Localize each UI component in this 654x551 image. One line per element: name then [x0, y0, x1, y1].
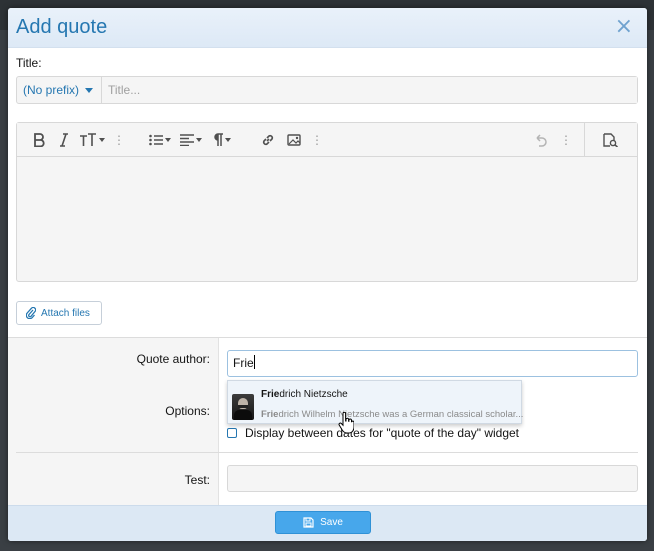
paperclip-icon: [26, 307, 36, 319]
attach-files-label: Attach files: [41, 307, 90, 319]
preview-icon: [603, 131, 618, 149]
attach-files-button[interactable]: Attach files: [16, 301, 102, 325]
suggestion-name: Friedrich Nietzsche: [261, 389, 348, 400]
divider: [16, 452, 638, 453]
test-label: Test:: [184, 473, 210, 487]
save-label: Save: [320, 517, 343, 528]
align-icon[interactable]: [180, 131, 202, 149]
close-icon[interactable]: ×: [615, 14, 633, 40]
dialog-title: Add quote: [16, 16, 108, 38]
title-label: Title:: [16, 56, 42, 70]
quote-of-day-checkbox[interactable]: [227, 428, 237, 438]
title-row: (No prefix): [16, 76, 638, 104]
editor-content[interactable]: [17, 157, 637, 282]
quote-author-value: Frie: [233, 356, 254, 370]
italic-icon[interactable]: [59, 131, 69, 149]
rich-text-editor: ⋮ ⋮ ⋮: [16, 122, 638, 282]
more-icon[interactable]: ⋮: [113, 131, 125, 149]
title-input[interactable]: [102, 77, 637, 103]
preview-button[interactable]: [584, 123, 637, 156]
dialog-header: Add quote ×: [8, 8, 647, 48]
avatar: [232, 394, 254, 420]
editor-toolbar: ⋮ ⋮ ⋮: [17, 123, 637, 157]
bold-icon[interactable]: [33, 131, 45, 149]
text-cursor: [253, 355, 255, 369]
more-icon[interactable]: ⋮: [560, 131, 572, 149]
add-quote-dialog: Add quote × Title: (No prefix) ⋮: [8, 8, 647, 541]
chevron-down-icon: [85, 88, 93, 93]
image-icon[interactable]: [287, 131, 301, 149]
suggestion-description: Friedrich Wilhelm Nietzsche was a German…: [261, 409, 524, 420]
more-icon[interactable]: ⋮: [311, 131, 323, 149]
option-row: Display between dates for "quote of the …: [227, 426, 519, 440]
autocomplete-suggestion[interactable]: Friedrich Nietzsche Friedrich Wilhelm Ni…: [227, 380, 524, 424]
hand-pointer-icon: [338, 412, 354, 434]
prefix-value: (No prefix): [23, 83, 80, 97]
paragraph-icon[interactable]: [213, 131, 231, 149]
options-label: Options:: [165, 404, 210, 418]
prefix-select[interactable]: (No prefix): [17, 77, 102, 103]
save-icon: [303, 517, 314, 528]
quote-author-input[interactable]: Frie: [227, 350, 638, 377]
list-icon[interactable]: [149, 131, 171, 149]
dialog-footer: Save: [8, 505, 647, 541]
undo-icon[interactable]: [534, 131, 548, 149]
quote-author-label: Quote author:: [136, 352, 210, 366]
option-checkbox-label[interactable]: Display between dates for "quote of the …: [245, 426, 519, 440]
save-button[interactable]: Save: [275, 511, 371, 534]
test-input[interactable]: [227, 465, 638, 492]
link-icon[interactable]: [261, 131, 275, 149]
text-size-icon[interactable]: [79, 131, 105, 149]
